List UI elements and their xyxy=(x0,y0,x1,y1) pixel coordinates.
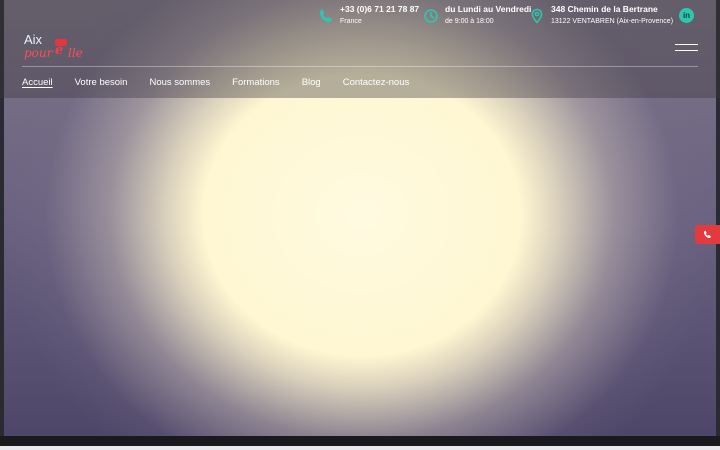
hours-time: de 9:00 à 18:00 xyxy=(445,18,494,25)
linkedin-icon[interactable]: in xyxy=(679,8,694,23)
clock-icon xyxy=(424,9,438,23)
phone-call-icon xyxy=(703,230,711,239)
address-street: 348 Chemin de la Bertrane xyxy=(551,4,658,14)
menu-line xyxy=(675,44,698,45)
hours-days: du Lundi au Vendredi xyxy=(445,4,532,14)
bottom-strip xyxy=(0,436,720,450)
nav-formations[interactable]: Formations xyxy=(232,77,280,89)
logo-lle: lle xyxy=(68,46,83,60)
contact-phone[interactable]: +33 (0)6 71 21 78 87 France xyxy=(318,4,419,27)
logo-pour: pour xyxy=(24,46,53,60)
nav-accueil[interactable]: Accueil xyxy=(22,77,53,89)
nav-votre-besoin[interactable]: Votre besoin xyxy=(75,77,128,89)
menu-line xyxy=(675,50,698,51)
logo-aix: Aix xyxy=(24,32,43,47)
contact-hours: du Lundi au Vendredi de 9:00 à 18:00 xyxy=(423,4,531,27)
nav-nous-sommes[interactable]: Nous sommes xyxy=(149,77,210,89)
nav-blog[interactable]: Blog xyxy=(302,77,321,89)
map-pin-icon xyxy=(531,8,543,24)
site-logo[interactable]: Aix pour e lle xyxy=(24,33,114,61)
floating-call-button[interactable] xyxy=(695,225,720,244)
bottom-line xyxy=(0,446,720,450)
main-nav: Accueil Votre besoin Nous sommes Formati… xyxy=(22,77,431,89)
address-city: 13122 VENTABREN (Aix-en-Provence) xyxy=(551,18,674,25)
logo-e: e xyxy=(55,43,64,58)
header-divider xyxy=(22,66,698,67)
phone-number[interactable]: +33 (0)6 71 21 78 87 xyxy=(340,4,419,15)
phone-icon xyxy=(319,9,332,23)
contact-address: 348 Chemin de la Bertrane 13122 VENTABRE… xyxy=(529,4,673,27)
nav-contactez-nous[interactable]: Contactez-nous xyxy=(343,77,410,89)
menu-icon[interactable] xyxy=(675,44,698,52)
phone-country: France xyxy=(340,18,362,25)
